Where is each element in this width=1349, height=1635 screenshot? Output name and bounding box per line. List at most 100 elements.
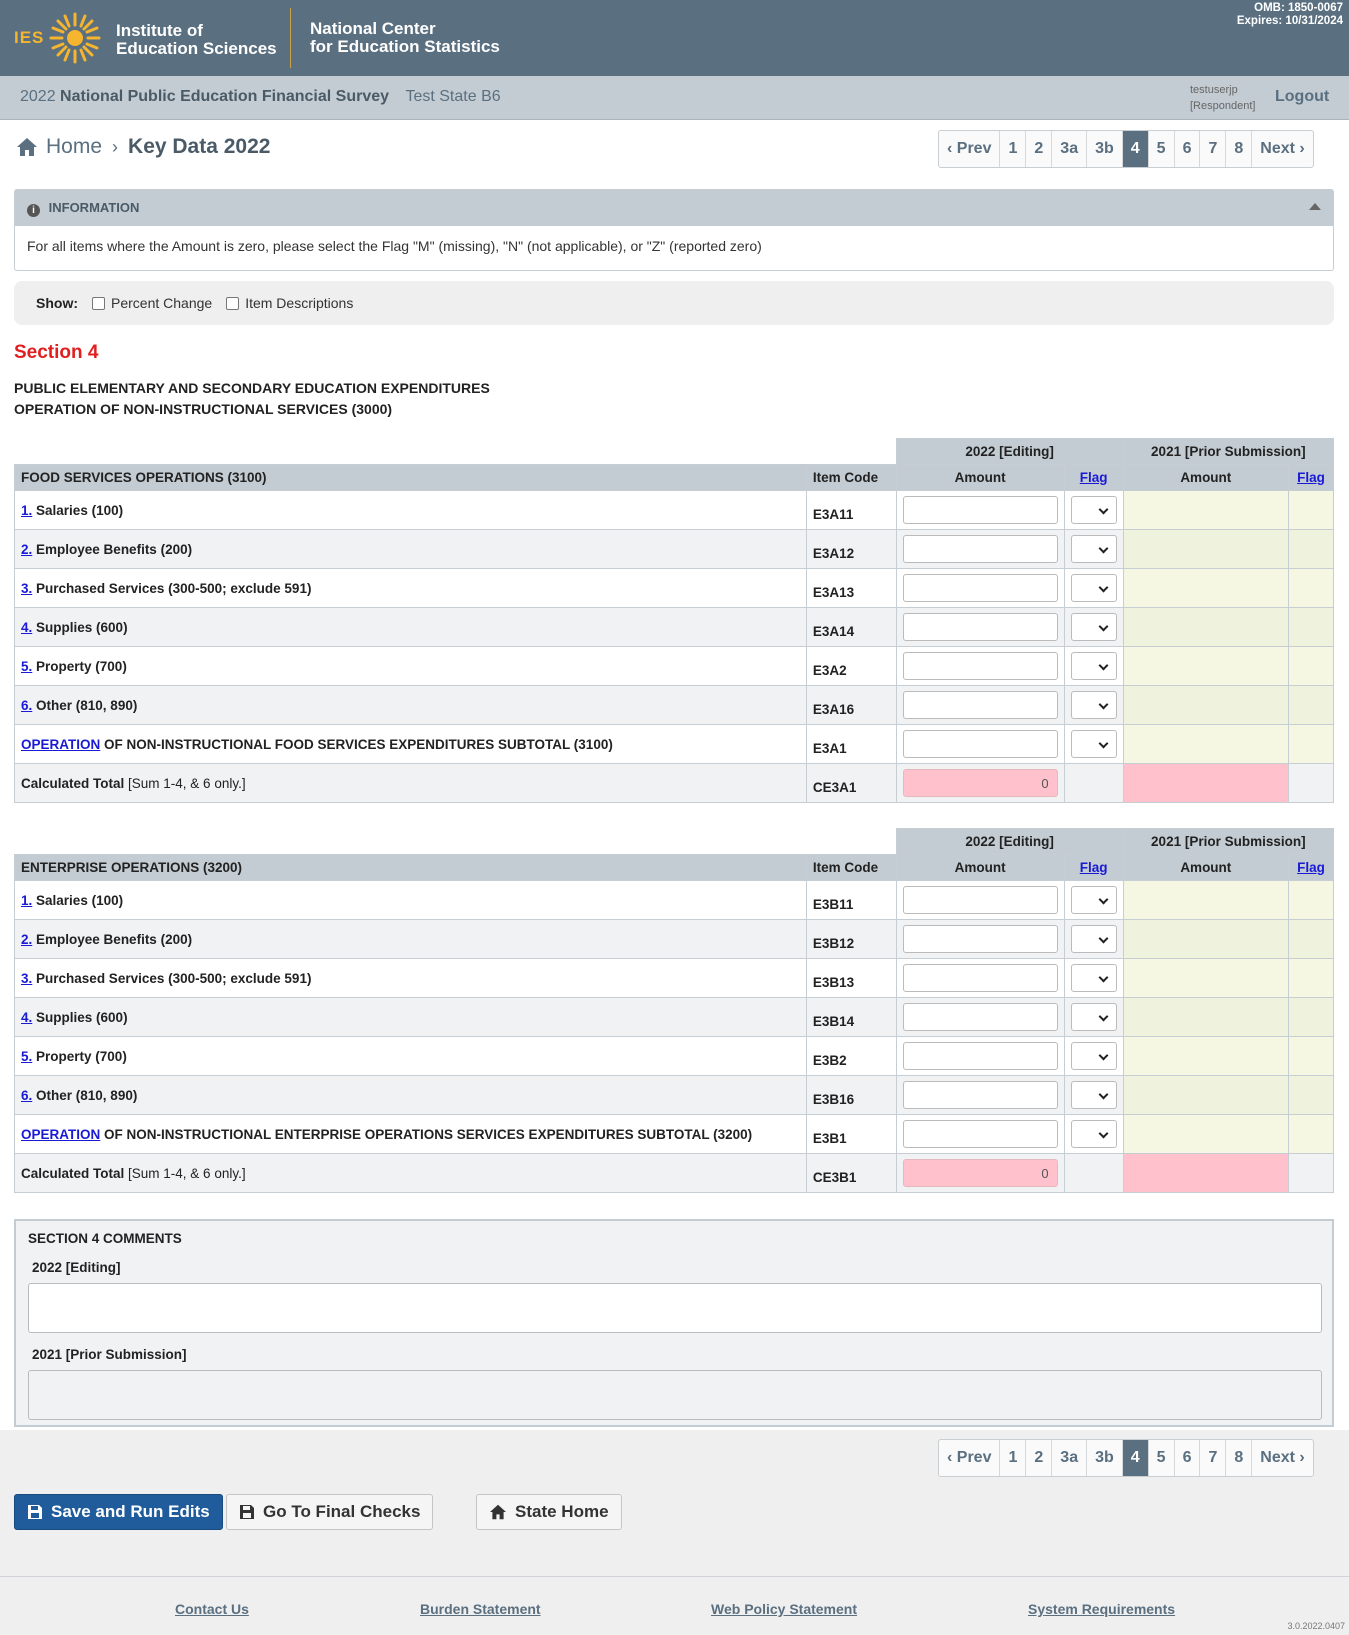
flag-select[interactable] <box>1070 1042 1117 1070</box>
table-row: 3. Purchased Services (300-500; exclude … <box>14 568 1334 608</box>
amount-input[interactable] <box>902 535 1058 563</box>
item-link[interactable]: 4. <box>21 620 32 635</box>
pager-page-3b[interactable]: 3b <box>1086 1440 1122 1476</box>
pager-prev[interactable]: ‹ Prev <box>939 131 999 167</box>
amount-input[interactable] <box>902 1081 1058 1109</box>
flag-select[interactable] <box>1070 964 1117 992</box>
flag-select[interactable] <box>1070 613 1117 641</box>
ies-logo[interactable]: IES <box>14 8 102 68</box>
nces-name[interactable]: National Center for Education Statistics <box>310 20 500 56</box>
logout-link[interactable]: Logout <box>1275 88 1329 106</box>
flag-select[interactable] <box>1070 925 1117 953</box>
subtotal-link[interactable]: OPERATION <box>21 1127 100 1142</box>
amount-input[interactable] <box>902 925 1058 953</box>
web-policy-link[interactable]: Web Policy Statement <box>711 1601 857 1617</box>
row-label-text: Supplies (600) <box>36 1009 128 1025</box>
save-and-run-edits-button[interactable]: Save and Run Edits <box>14 1494 223 1530</box>
flag-select[interactable] <box>1070 1081 1117 1109</box>
flag-select[interactable] <box>1070 652 1117 680</box>
amount-input[interactable] <box>902 652 1058 680</box>
amount-input[interactable] <box>902 691 1058 719</box>
item-link[interactable]: 6. <box>21 698 32 713</box>
amount-input[interactable] <box>902 1003 1058 1031</box>
pager-page-6[interactable]: 6 <box>1173 131 1200 167</box>
flag-help-link[interactable]: Flag <box>1297 470 1325 485</box>
pager-next[interactable]: Next › <box>1251 1440 1312 1476</box>
item-link[interactable]: 4. <box>21 1010 32 1025</box>
amount-input[interactable] <box>902 1120 1058 1148</box>
pager-page-7[interactable]: 7 <box>1199 131 1225 167</box>
item-link[interactable]: 2. <box>21 542 32 557</box>
pager-page-8[interactable]: 8 <box>1225 1440 1251 1476</box>
pager-page-7[interactable]: 7 <box>1199 1440 1225 1476</box>
comments-editing-label: 2022 [Editing] <box>32 1260 121 1275</box>
state-home-button[interactable]: State Home <box>476 1494 622 1530</box>
item-link[interactable]: 1. <box>21 893 32 908</box>
flag-select[interactable] <box>1070 1120 1117 1148</box>
checkbox-box[interactable] <box>226 296 240 310</box>
pager-page-3b[interactable]: 3b <box>1086 131 1122 167</box>
item-link[interactable]: 5. <box>21 1049 32 1064</box>
pager-page-1[interactable]: 1 <box>999 131 1025 167</box>
amount-input[interactable] <box>902 496 1058 524</box>
item-descriptions-checkbox[interactable]: Item Descriptions <box>226 295 353 311</box>
amount-input[interactable] <box>902 574 1058 602</box>
flag-select[interactable] <box>1070 886 1117 914</box>
pager-page-5[interactable]: 5 <box>1147 131 1174 167</box>
prior-flag <box>1288 490 1334 530</box>
information-header[interactable]: i INFORMATION <box>15 190 1333 226</box>
table-row: 5. Property (700) E3A2 <box>14 646 1334 686</box>
col-prior-flag: Flag <box>1288 854 1334 881</box>
pager-page-2[interactable]: 2 <box>1025 131 1051 167</box>
flag-help-link[interactable]: Flag <box>1080 470 1108 485</box>
row-label: 2. Employee Benefits (200) <box>14 529 807 569</box>
pager-next[interactable]: Next › <box>1251 131 1312 167</box>
flag-help-link[interactable]: Flag <box>1080 860 1108 875</box>
pager-page-4[interactable]: 4 <box>1121 131 1148 167</box>
flag-select[interactable] <box>1070 691 1117 719</box>
item-link[interactable]: 2. <box>21 932 32 947</box>
row-label: 6. Other (810, 890) <box>14 685 807 725</box>
contact-us-link[interactable]: Contact Us <box>175 1601 249 1617</box>
pager-page-3a[interactable]: 3a <box>1051 131 1086 167</box>
percent-change-checkbox[interactable]: Percent Change <box>92 295 212 311</box>
burden-statement-link[interactable]: Burden Statement <box>420 1601 541 1617</box>
item-link[interactable]: 6. <box>21 1088 32 1103</box>
amount-input[interactable] <box>902 964 1058 992</box>
flag-select[interactable] <box>1070 496 1117 524</box>
amount-input[interactable] <box>902 886 1058 914</box>
subtotal-link[interactable]: OPERATION <box>21 737 100 752</box>
go-to-final-checks-button[interactable]: Go To Final Checks <box>226 1494 434 1530</box>
breadcrumb-home[interactable]: Home <box>46 135 102 159</box>
flag-select[interactable] <box>1070 730 1117 758</box>
pager-page-4[interactable]: 4 <box>1121 1440 1148 1476</box>
item-link[interactable]: 5. <box>21 659 32 674</box>
prior-flag <box>1288 607 1334 647</box>
flag-select[interactable] <box>1070 1003 1117 1031</box>
pager-page-5[interactable]: 5 <box>1147 1440 1174 1476</box>
checkbox-box[interactable] <box>92 296 105 310</box>
item-link[interactable]: 3. <box>21 581 32 596</box>
collapse-caret-icon[interactable] <box>1309 203 1321 210</box>
pager-page-8[interactable]: 8 <box>1225 131 1251 167</box>
col-prior-amount: Amount <box>1122 464 1290 491</box>
amount-input[interactable] <box>902 613 1058 641</box>
pager-page-6[interactable]: 6 <box>1173 1440 1200 1476</box>
comments-editing-textarea[interactable] <box>28 1283 1322 1333</box>
pager-prev[interactable]: ‹ Prev <box>939 1440 999 1476</box>
flag-select[interactable] <box>1070 574 1117 602</box>
pager-page-1[interactable]: 1 <box>999 1440 1025 1476</box>
col-prior-flag: Flag <box>1288 464 1334 491</box>
pager-page-2[interactable]: 2 <box>1025 1440 1051 1476</box>
row-label: 4. Supplies (600) <box>14 607 807 647</box>
item-link[interactable]: 1. <box>21 503 32 518</box>
system-requirements-link[interactable]: System Requirements <box>1028 1601 1175 1617</box>
amount-input[interactable] <box>902 730 1058 758</box>
item-link[interactable]: 3. <box>21 971 32 986</box>
chevron-down-icon <box>1098 699 1109 710</box>
flag-select[interactable] <box>1070 535 1117 563</box>
home-icon[interactable] <box>16 137 38 157</box>
flag-help-link[interactable]: Flag <box>1297 860 1325 875</box>
amount-input[interactable] <box>902 1042 1058 1070</box>
pager-page-3a[interactable]: 3a <box>1051 1440 1086 1476</box>
